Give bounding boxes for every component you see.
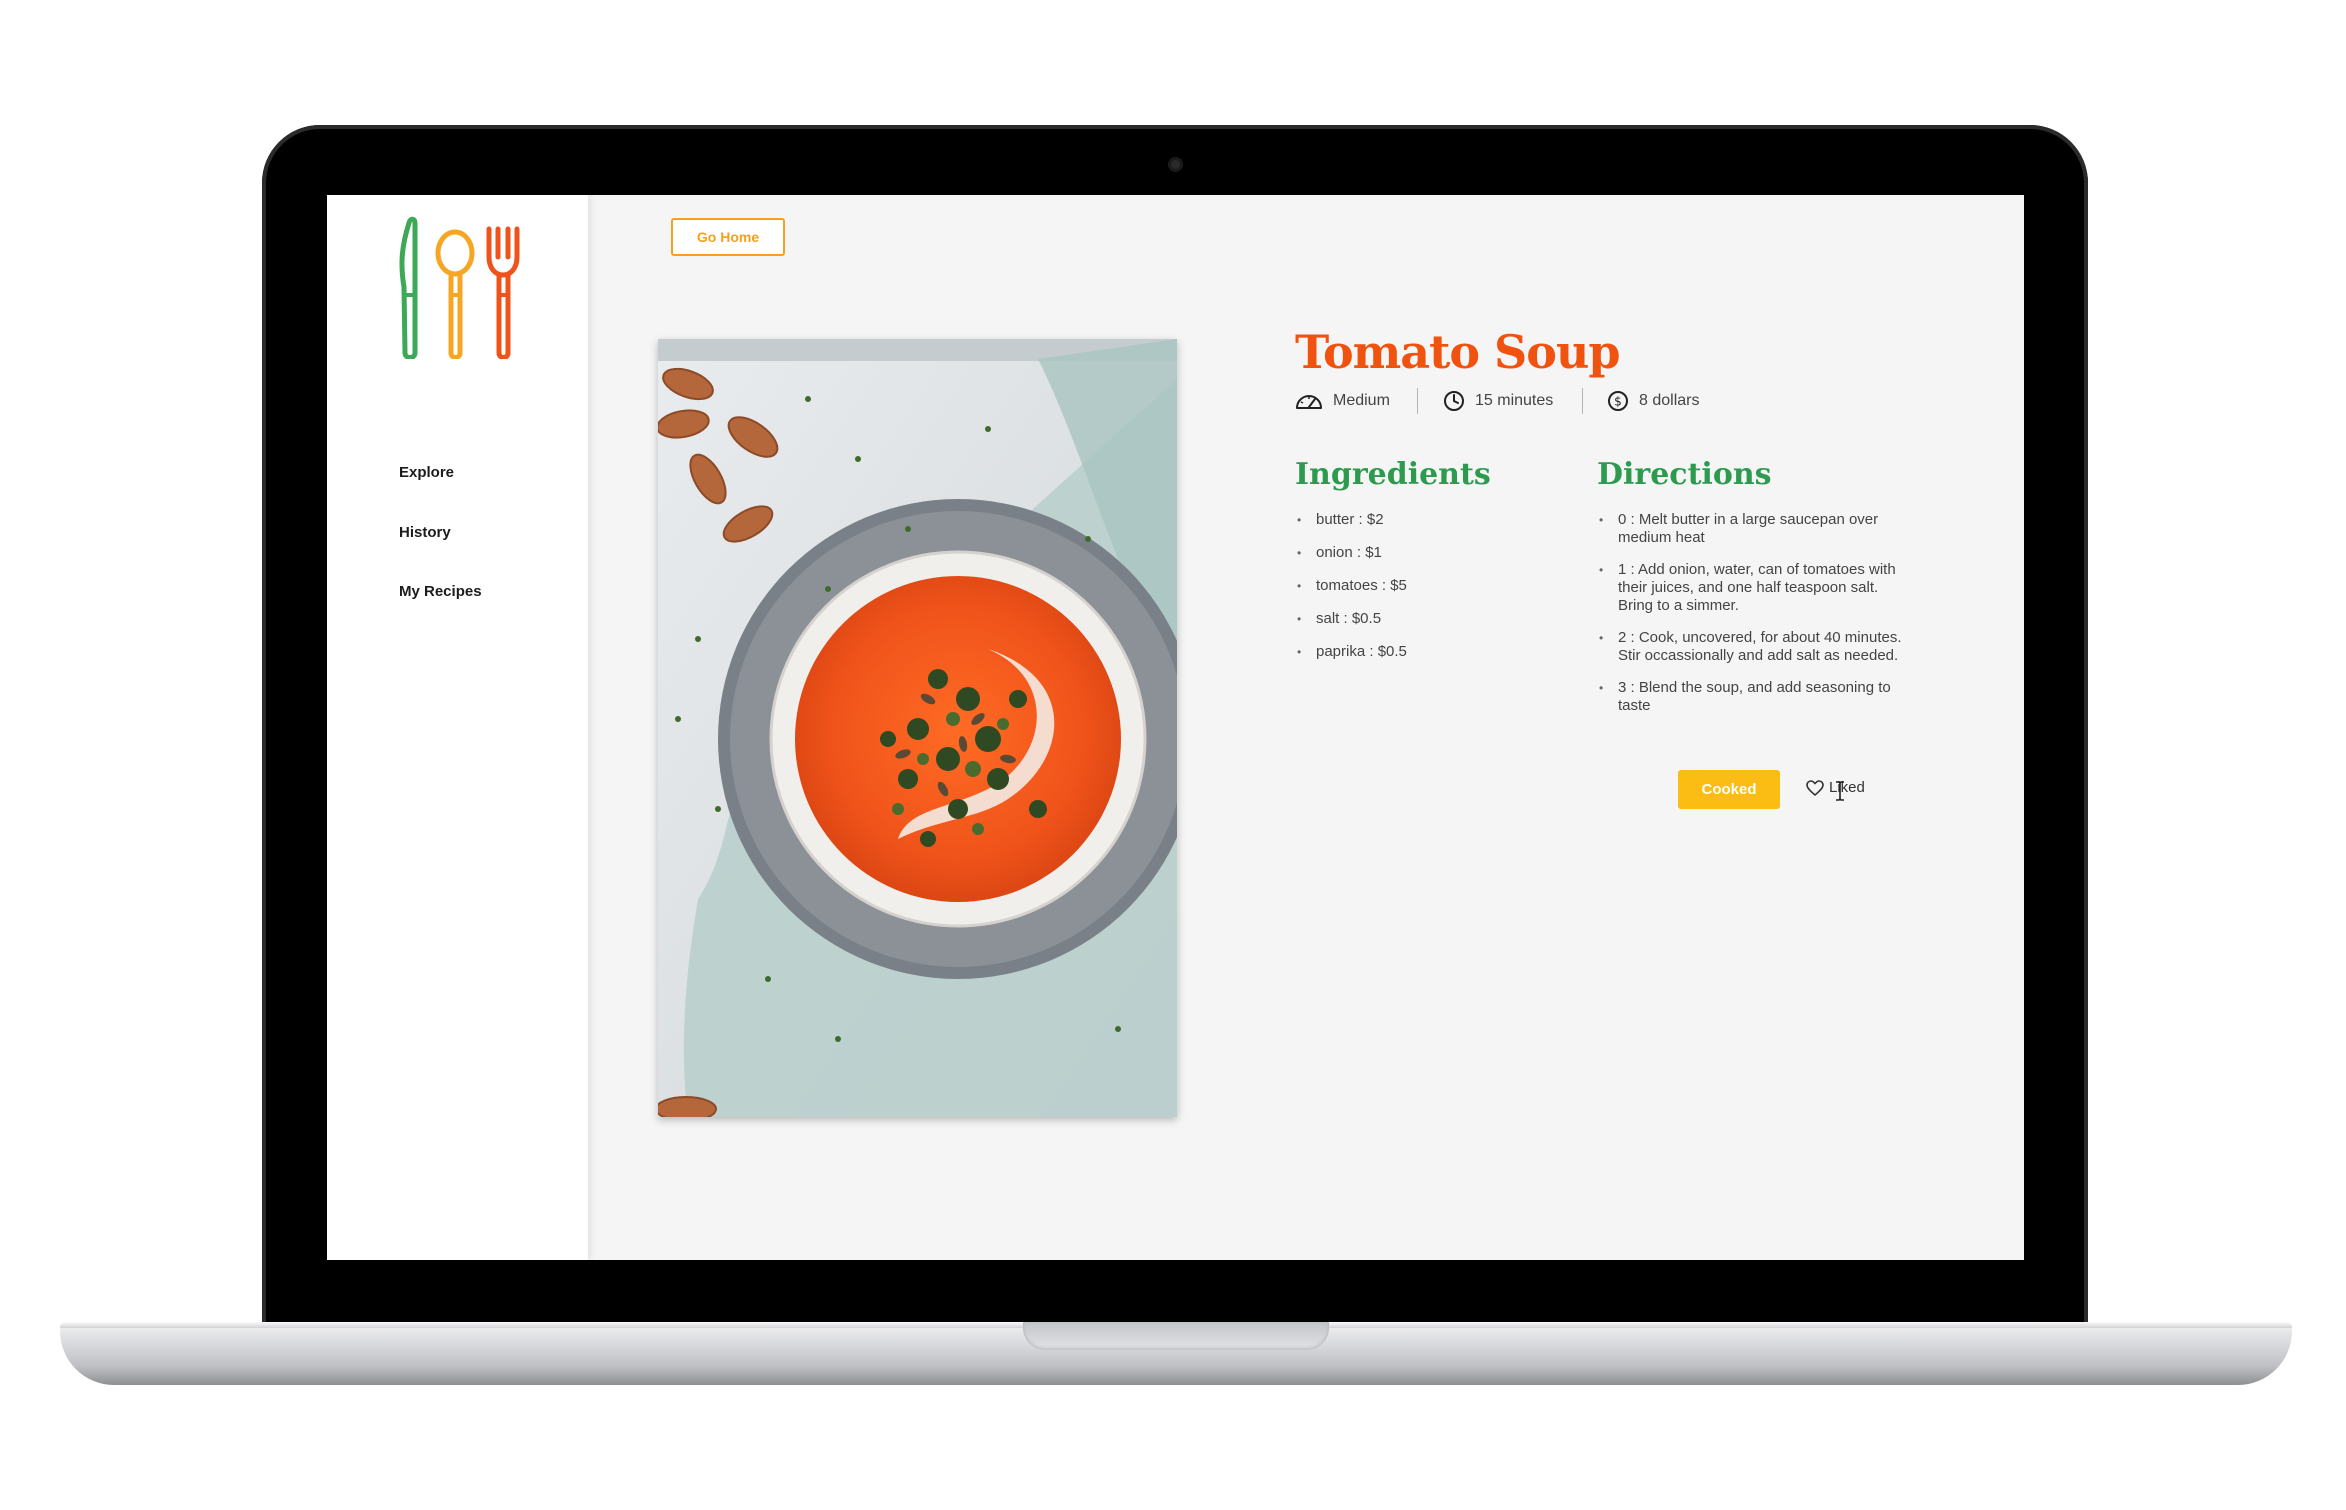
list-item: 2 : Cook, uncovered, for about 40 minute…: [1599, 629, 1917, 665]
list-item: onion : $1: [1297, 544, 1557, 562]
dollar-coin-icon: $: [1608, 391, 1628, 411]
time-text: 15 minutes: [1475, 392, 1554, 409]
nav-item-explore[interactable]: Explore: [399, 464, 454, 481]
meta-divider: [1417, 388, 1418, 414]
directions-list: 0 : Melt butter in a large saucepan over…: [1599, 511, 1917, 729]
cutlery-logo-icon: [399, 216, 520, 359]
heart-outline-icon: [1806, 779, 1824, 796]
ingredients-heading: Ingredients: [1295, 457, 1491, 492]
list-item: salt : $0.5: [1297, 610, 1557, 628]
meta-divider: [1582, 388, 1583, 414]
recipe-title: Tomato Soup: [1295, 325, 1621, 379]
list-item: 0 : Melt butter in a large saucepan over…: [1599, 511, 1917, 547]
list-item: 3 : Blend the soup, and add seasoning to…: [1599, 679, 1917, 715]
text-cursor-icon: [1836, 781, 1844, 801]
directions-heading: Directions: [1597, 457, 1772, 492]
cooked-button[interactable]: Cooked: [1678, 770, 1780, 809]
nav-item-my-recipes[interactable]: My Recipes: [399, 583, 482, 600]
laptop-notch: [1023, 1322, 1329, 1350]
go-home-button[interactable]: Go Home: [671, 218, 785, 256]
speedometer-icon: [1296, 395, 1322, 409]
svg-text:$: $: [1614, 395, 1622, 409]
meta-time: 15 minutes: [1443, 389, 1553, 413]
ingredients-list: butter : $2 onion : $1 tomatoes : $5 sal…: [1297, 511, 1557, 676]
cost-text: 8 dollars: [1639, 392, 1700, 409]
meta-difficulty: Medium: [1295, 389, 1390, 413]
clock-icon: [1444, 391, 1464, 411]
meta-cost: $ 8 dollars: [1607, 389, 1699, 413]
list-item: 1 : Add onion, water, can of tomatoes wi…: [1599, 561, 1917, 615]
list-item: tomatoes : $5: [1297, 577, 1557, 595]
app-screen: Explore History My Recipes Go Home Tomat…: [327, 195, 2024, 1260]
webcam: [1168, 157, 1183, 172]
nav-item-history[interactable]: History: [399, 524, 451, 541]
list-item: butter : $2: [1297, 511, 1557, 529]
list-item: paprika : $0.5: [1297, 643, 1557, 661]
difficulty-text: Medium: [1333, 392, 1390, 409]
sidebar: Explore History My Recipes: [327, 195, 588, 1260]
recipe-photo: [658, 339, 1177, 1117]
